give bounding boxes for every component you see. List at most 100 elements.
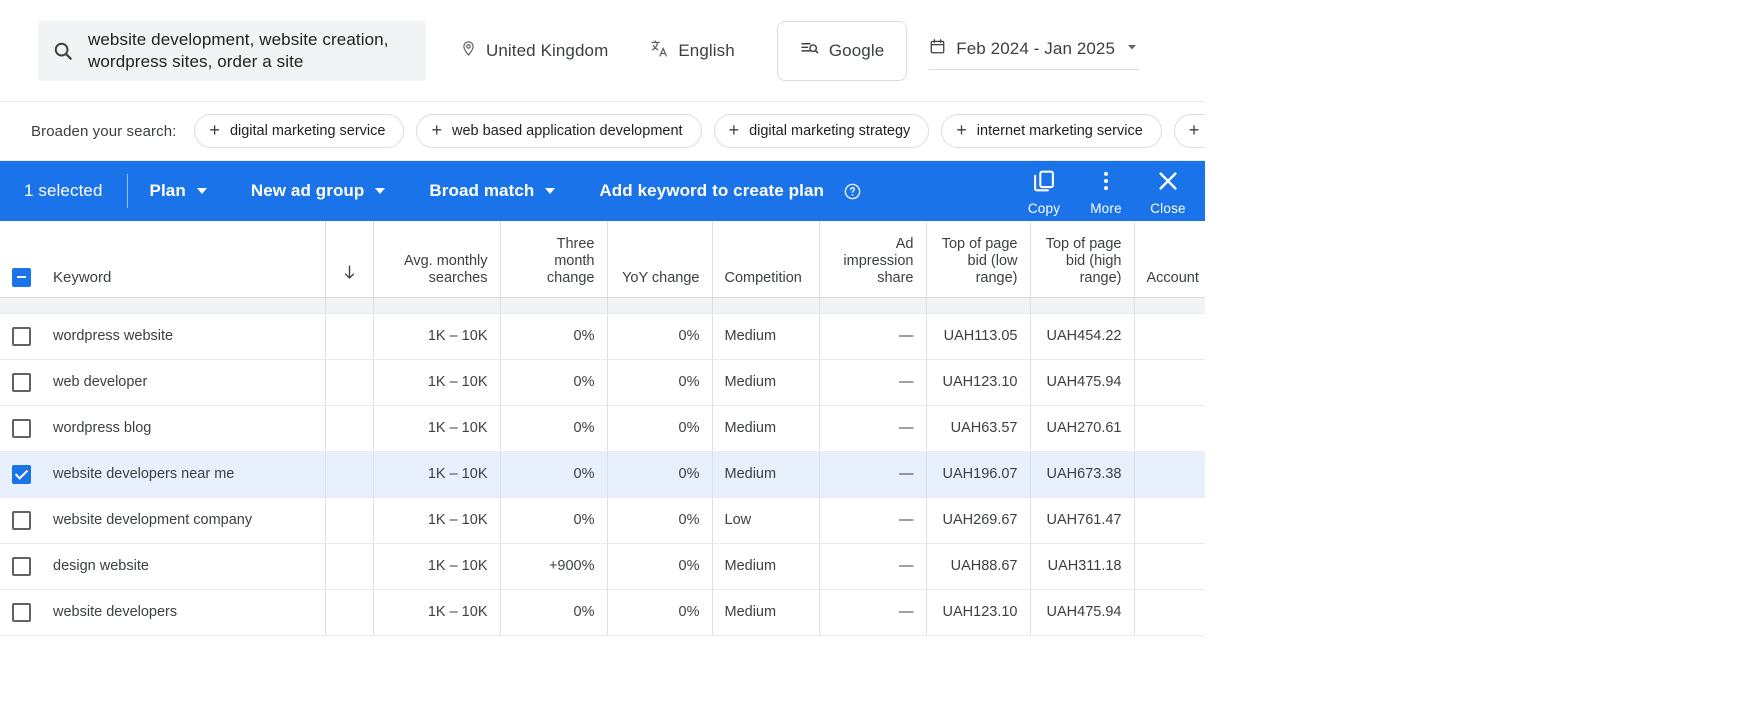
row-top-bid-high: UAH673.38 <box>1030 451 1135 498</box>
sort-arrow-down-icon <box>340 264 359 286</box>
location-selector[interactable]: United Kingdom <box>460 40 608 62</box>
header-account-status[interactable]: Account <box>1134 221 1206 298</box>
close-icon <box>1155 168 1181 199</box>
language-selector[interactable]: English <box>650 39 735 63</box>
row-account-status <box>1134 359 1206 406</box>
table-row[interactable]: website developers near me 1K – 10K 0% 0% Me… <box>0 451 1206 498</box>
copy-button[interactable]: Copy <box>1013 166 1075 216</box>
broaden-chip-2[interactable]: + digital marketing strategy <box>713 114 930 148</box>
partial-cell <box>1134 297 1206 314</box>
row-three-month-change: 0% <box>500 497 608 544</box>
header-top-bid-low[interactable]: Top of page bid (low range) <box>926 221 1031 298</box>
select-all-checkbox[interactable] <box>12 267 31 287</box>
table-row[interactable]: wordpress website 1K – 10K 0% 0% Medium — UAH1… <box>0 313 1206 360</box>
language-label: English <box>678 40 735 60</box>
date-range-label: Feb 2024 - Jan 2025 <box>956 38 1116 58</box>
row-account-status <box>1134 313 1206 360</box>
broaden-chip-label: web based application development <box>452 123 683 139</box>
row-three-month-change: 0% <box>500 313 608 360</box>
row-account-status <box>1134 543 1206 590</box>
row-checkbox[interactable] <box>12 510 31 530</box>
caret-down-icon <box>545 188 556 194</box>
row-checkbox[interactable] <box>12 602 31 622</box>
header-avg-monthly-searches-label: Avg. monthly searches <box>403 252 488 286</box>
action-bar-right-group: Copy More Close <box>1013 166 1205 216</box>
search-network-icon <box>800 39 819 63</box>
row-avg-monthly-searches: 1K – 10K <box>373 313 501 360</box>
row-checkbox[interactable] <box>12 326 31 346</box>
row-yoy-change: 0% <box>607 313 713 360</box>
row-yoy-change: 0% <box>607 451 713 498</box>
broad-match-menu-button[interactable]: Broad match <box>407 181 577 201</box>
search-input-value: website development, website creation, w… <box>88 29 389 71</box>
broaden-chip-1[interactable]: + web based application development <box>416 114 702 148</box>
broaden-chip-3[interactable]: + internet marketing service <box>941 114 1162 148</box>
header-avg-monthly-searches[interactable]: Avg. monthly searches <box>373 221 501 298</box>
table-row[interactable]: wordpress blog 1K – 10K 0% 0% Medium — UAH63.5… <box>0 405 1206 452</box>
row-checkbox[interactable] <box>12 372 31 392</box>
row-account-status <box>1134 497 1206 544</box>
right-gutter <box>1205 166 1751 713</box>
row-keyword-label: website development company <box>53 512 253 528</box>
new-ad-group-menu-button[interactable]: New ad group <box>229 181 408 201</box>
plan-menu-button[interactable]: Plan <box>128 181 229 201</box>
partial-keyword-cell <box>0 297 326 314</box>
partial-cell <box>500 297 608 314</box>
header-sort-indicator[interactable] <box>325 221 374 298</box>
row-keyword-cell: web developer <box>0 359 326 406</box>
copy-icon <box>1031 168 1057 199</box>
table-row[interactable]: design website 1K – 10K +900% 0% Medium — UAH8… <box>0 543 1206 590</box>
chevron-down-icon <box>1125 39 1139 59</box>
row-three-month-change: 0% <box>500 405 608 452</box>
plus-icon: + <box>956 120 967 140</box>
row-top-bid-low: UAH123.10 <box>926 589 1031 636</box>
header-ad-impression-share[interactable]: Ad impression share <box>819 221 927 298</box>
row-avg-monthly-searches: 1K – 10K <box>373 497 501 544</box>
row-account-status <box>1134 451 1206 498</box>
help-icon[interactable] <box>843 182 862 201</box>
copy-button-label: Copy <box>1027 201 1061 216</box>
date-range-selector[interactable]: Feb 2024 - Jan 2025 <box>929 32 1140 70</box>
table-row[interactable]: web developer 1K – 10K 0% 0% Medium — UAH123.1… <box>0 359 1206 406</box>
plus-icon: + <box>728 120 740 140</box>
row-competition: Medium <box>712 543 820 590</box>
selected-count-label: 1 selected <box>24 181 103 200</box>
partial-cell <box>1030 297 1135 314</box>
row-keyword-cell: wordpress blog <box>0 405 326 452</box>
row-yoy-change: 0% <box>607 589 713 636</box>
add-keyword-to-plan-button[interactable]: Add keyword to create plan <box>577 181 884 201</box>
search-network-label: Google <box>828 40 885 60</box>
row-keyword-cell: design website <box>0 543 326 590</box>
table-body: wordpress website 1K – 10K 0% 0% Medium — UAH1… <box>0 297 1206 636</box>
more-button[interactable]: More <box>1075 166 1137 216</box>
header-yoy-change-label: YoY change <box>622 269 700 286</box>
caret-down-icon <box>196 188 207 194</box>
search-network-selector[interactable]: Google <box>776 20 908 81</box>
search-input[interactable]: website development, website creation, w… <box>38 20 426 81</box>
table-row[interactable]: website development company 1K – 10K 0% 0% L… <box>0 497 1206 544</box>
table-row-partial <box>0 297 1206 314</box>
close-button-label: Close <box>1150 201 1186 216</box>
row-sort-spacer <box>325 359 374 406</box>
search-icon <box>52 40 74 62</box>
header-yoy-change[interactable]: YoY change <box>607 221 713 298</box>
header-three-month-change[interactable]: Three month change <box>500 221 608 298</box>
row-checkbox[interactable] <box>12 464 31 484</box>
broaden-chip-label: internet marketing service <box>976 123 1143 139</box>
close-button[interactable]: Close <box>1137 166 1199 216</box>
table-row[interactable]: website developers 1K – 10K 0% 0% Medium — UAH… <box>0 589 1206 636</box>
row-keyword-label: website developers near me <box>53 466 235 482</box>
broaden-search-label: Broaden your search: <box>31 122 177 140</box>
row-checkbox[interactable] <box>12 556 31 576</box>
broaden-chip-0[interactable]: + digital marketing service <box>194 114 405 148</box>
location-pin-icon <box>460 40 477 62</box>
header-top-bid-low-label: Top of page bid (low range) <box>941 235 1018 286</box>
row-sort-spacer <box>325 313 374 360</box>
header-competition[interactable]: Competition <box>712 221 820 298</box>
row-competition: Medium <box>712 313 820 360</box>
broaden-chip-label: digital marketing strategy <box>749 123 911 139</box>
row-competition: Medium <box>712 359 820 406</box>
header-top-bid-high[interactable]: Top of page bid (high range) <box>1030 221 1135 298</box>
add-keyword-label: Add keyword to create plan <box>599 181 825 200</box>
row-checkbox[interactable] <box>12 418 31 438</box>
